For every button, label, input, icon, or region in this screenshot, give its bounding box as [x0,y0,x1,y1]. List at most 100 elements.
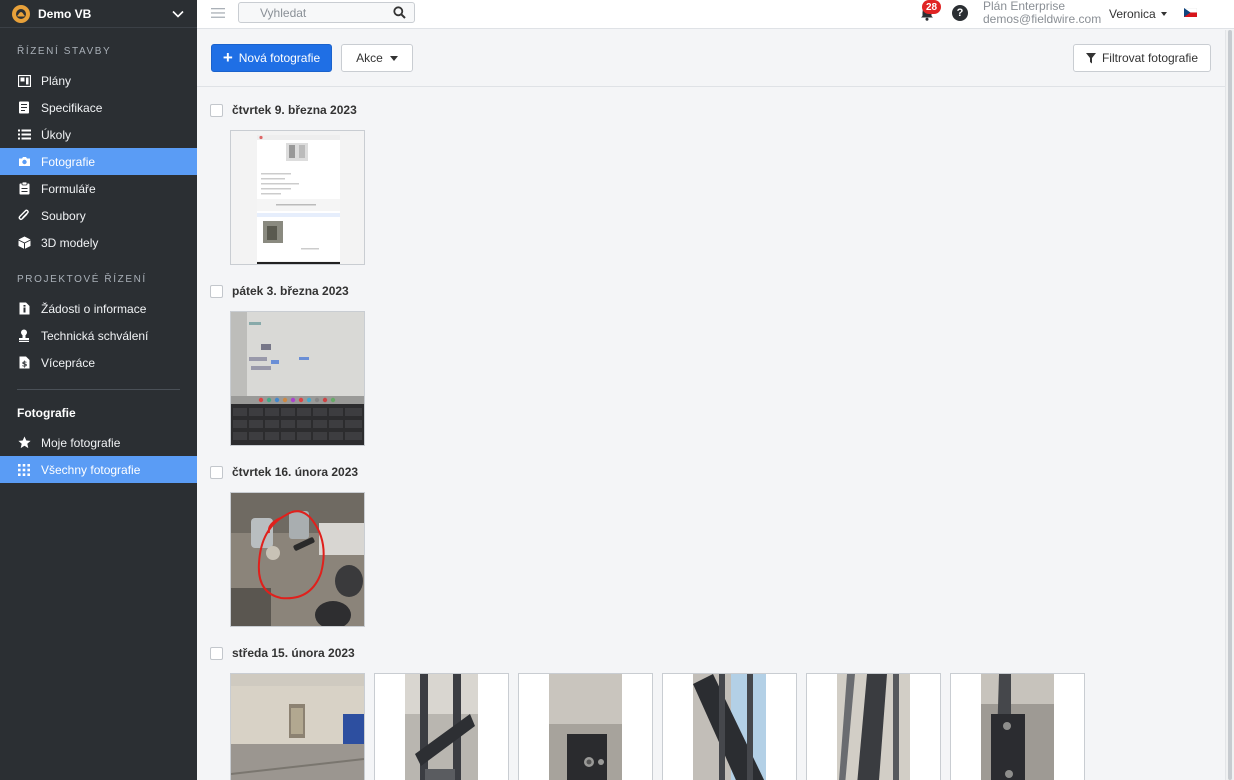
group-date: středa 15. února 2023 [232,646,355,660]
filter-photos-label: Filtrovat fotografie [1101,51,1199,65]
group-date: pátek 3. března 2023 [232,284,349,298]
railing-photo-image [807,674,940,780]
czech-flag-icon[interactable] [1184,8,1197,17]
camera-icon [17,155,31,169]
sidebar-item-submittals[interactable]: Technická schválení [0,322,197,349]
group-date: čtvrtek 9. března 2023 [232,103,357,117]
photos-toolbar: + Nová fotografie Akce Filtrovat fotogra… [197,30,1225,87]
sidebar-item-label: Plány [41,73,72,88]
content-scrollbar[interactable] [1225,30,1234,780]
sidebar-item-tasks[interactable]: Úkoly [0,121,197,148]
account-email: demos@fieldwire.com [983,12,1102,26]
grid-icon [17,463,31,477]
group-select-checkbox[interactable] [210,646,223,660]
photo-thumbnail[interactable] [374,673,509,780]
tasks-icon [17,128,31,142]
sidebar-item-change-orders[interactable]: $ Vícepráce [0,349,197,376]
desk-annotated-photo-image [231,493,364,626]
sidebar-item-label: Technická schválení [41,328,149,343]
railing-photo-image [663,674,796,780]
help-icon[interactable]: ? [952,5,968,21]
scrollbar-thumb[interactable] [1228,30,1232,780]
hamburger-menu-icon[interactable] [211,6,225,20]
sidebar-item-forms[interactable]: Formuláře [0,175,197,202]
account-info: Plán Enterprise demos@fieldwire.com [983,0,1101,26]
user-name: Veronica [1109,7,1156,21]
date-group-header: středa 15. února 2023 [210,646,355,660]
forms-icon [17,182,31,196]
bracket-photo-image [519,674,652,780]
photo-list: čtvrtek 9. března 2023 pátek 3. března 2… [197,88,1225,780]
group-date: čtvrtek 16. února 2023 [232,465,359,479]
sidebar-item-label: Všechny fotografie [41,462,141,477]
paperclip-icon [17,209,31,223]
sidebar: Demo VB ŘÍZENÍ STAVBY Plány Specifikace … [0,0,197,780]
photo-thumbnail[interactable] [950,673,1085,780]
notifications-badge[interactable]: 28 [922,0,941,14]
filter-photos-button[interactable]: Filtrovat fotografie [1073,44,1211,72]
room-photo-image [231,674,364,780]
plans-icon [17,74,31,88]
sidebar-item-plans[interactable]: Plány [0,67,197,94]
laptop-screen-photo-image [231,312,364,445]
bracket-photo-image [951,674,1084,780]
sidebar-item-rfi[interactable]: Žádosti o informace [0,295,197,322]
chevron-down-icon[interactable] [171,7,185,21]
search-icon[interactable] [393,6,406,19]
photo-thumbnail[interactable] [806,673,941,780]
date-group-header: pátek 3. března 2023 [210,284,349,298]
sidebar-item-label: Moje fotografie [41,435,121,450]
caret-down-icon [1160,12,1167,16]
photo-thumbnail[interactable] [518,673,653,780]
section-header-project: PROJEKTOVÉ ŘÍZENÍ [17,274,147,285]
search-box [238,2,415,23]
specs-icon [17,101,31,115]
top-bar: 28 ? Plán Enterprise demos@fieldwire.com… [197,0,1234,29]
photo-thumbnail[interactable] [662,673,797,780]
star-icon [17,436,31,450]
date-group-header: čtvrtek 16. února 2023 [210,465,358,479]
user-menu[interactable]: Veronica [1109,7,1167,21]
sidebar-item-specs[interactable]: Specifikace [0,94,197,121]
sidebar-item-label: Formuláře [41,181,96,196]
railing-photo-image [375,674,508,780]
project-name: Demo VB [38,6,92,21]
project-logo-icon [12,4,30,23]
actions-dropdown[interactable]: Akce [341,44,413,72]
group-select-checkbox[interactable] [210,465,223,479]
screenshot-photo-image [231,131,364,264]
svg-text:$: $ [21,360,27,369]
change-order-icon: $ [17,356,31,370]
caret-down-icon [389,55,398,61]
group-select-checkbox[interactable] [210,103,223,117]
actions-label: Akce [356,51,383,65]
project-switcher[interactable]: Demo VB [0,0,197,28]
sidebar-item-label: Specifikace [41,100,103,115]
sidebar-item-label: Vícepráce [41,355,96,370]
sidebar-item-photos[interactable]: Fotografie [0,148,197,175]
section-header-construction: ŘÍZENÍ STAVBY [17,46,112,57]
sidebar-item-all-photos[interactable]: Všechny fotografie [0,456,197,483]
cube-icon [17,236,31,250]
photo-thumbnail[interactable] [230,492,365,627]
approval-icon [17,329,31,343]
sidebar-item-label: Fotografie [41,154,96,169]
sidebar-item-label: Úkoly [41,127,72,142]
photo-thumbnail[interactable] [230,311,365,446]
new-photo-button[interactable]: + Nová fotografie [211,44,332,72]
sidebar-subheading-photos: Fotografie [17,406,76,420]
new-photo-label: Nová fotografie [238,51,321,65]
photo-thumbnail[interactable] [230,130,365,265]
sidebar-item-my-photos[interactable]: Moje fotografie [0,429,197,456]
sidebar-item-label: Soubory [41,208,86,223]
date-group-header: čtvrtek 9. března 2023 [210,103,357,117]
info-doc-icon [17,302,31,316]
photo-thumbnail[interactable] [230,673,365,780]
filter-funnel-icon [1085,52,1096,63]
sidebar-item-files[interactable]: Soubory [0,202,197,229]
search-input[interactable] [239,3,379,22]
group-select-checkbox[interactable] [210,284,223,298]
plus-icon: + [222,48,233,67]
sidebar-item-label: Žádosti o informace [41,301,147,316]
sidebar-item-3d-models[interactable]: 3D modely [0,229,197,256]
